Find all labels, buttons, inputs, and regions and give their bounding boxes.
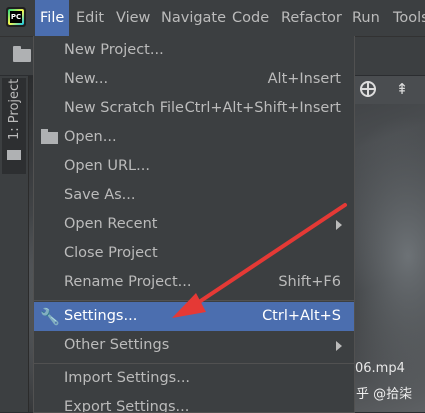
menu-item-open-recent[interactable]: Open Recent [34,210,354,239]
menu-item-label: Save As... [64,187,136,203]
menu-item-rename-project[interactable]: Rename Project... Shift+F6 [34,268,354,297]
folder-open-icon [41,129,58,144]
submenu-arrow-icon [336,220,342,230]
menu-item-label: New Project... [64,42,164,58]
menu-item-other-settings[interactable]: Other Settings [34,331,354,360]
wrench-icon: 🔧 [40,307,60,326]
menu-item-label: Export Settings... [64,399,190,413]
project-tab-label: 1: Project [7,78,22,140]
submenu-arrow-icon [336,341,342,351]
file-menu-dropdown: New Project... New... Alt+Insert New Scr… [33,36,355,413]
menu-item-close-project[interactable]: Close Project [34,239,354,268]
menu-item-open-url[interactable]: Open URL... [34,152,354,181]
menu-item-open[interactable]: Open... [34,123,354,152]
menu-item-label: New Scratch File [64,100,184,116]
menu-item-label: Close Project [64,245,158,261]
menu-item-shortcut: Alt+Insert [267,71,341,87]
pycharm-logo-icon [6,7,26,27]
menu-item-label: Other Settings [64,337,170,353]
menu-navigate[interactable]: Navigate [156,0,231,36]
menu-item-label: Import Settings... [64,370,191,386]
crosshair-icon[interactable] [360,81,376,97]
menu-item-shortcut: Ctrl+Alt+S [262,308,341,324]
menu-separator [34,300,354,301]
menu-item-shortcut: Ctrl+Alt+Shift+Insert [184,100,341,116]
menu-item-label: Open... [64,129,117,145]
menu-refactor[interactable]: Refactor [276,0,347,36]
menu-item-new[interactable]: New... Alt+Insert [34,65,354,94]
menu-item-label: Rename Project... [64,274,192,290]
menu-item-settings[interactable]: 🔧 Settings... Ctrl+Alt+S [34,302,354,331]
menu-code[interactable]: Code [227,0,274,36]
menu-edit[interactable]: Edit [71,0,109,36]
menu-item-import-settings[interactable]: Import Settings... [34,364,354,393]
collapse-icon[interactable]: ⇞ [394,80,410,98]
menu-item-export-settings[interactable]: Export Settings... [34,393,354,413]
menu-bar: File Edit View Navigate Code Refactor Ru… [0,0,425,37]
menu-tools[interactable]: Tools [388,0,425,36]
menu-run[interactable]: Run [347,0,385,36]
menu-view[interactable]: View [111,0,155,36]
menu-file[interactable]: File [35,0,70,36]
menu-item-label: Open Recent [64,216,158,232]
menu-item-label: Open URL... [64,158,150,174]
menu-item-label: New... [64,71,109,87]
file-name-label: 06.mp4 [355,361,405,376]
menu-item-new-scratch-file[interactable]: New Scratch File Ctrl+Alt+Shift+Insert [34,94,354,123]
menu-item-label: Settings... [64,308,138,324]
project-folder-icon [7,150,21,160]
menu-item-shortcut: Shift+F6 [278,274,341,290]
menu-item-save-as[interactable]: Save As... [34,181,354,210]
menu-item-new-project[interactable]: New Project... [34,36,354,65]
